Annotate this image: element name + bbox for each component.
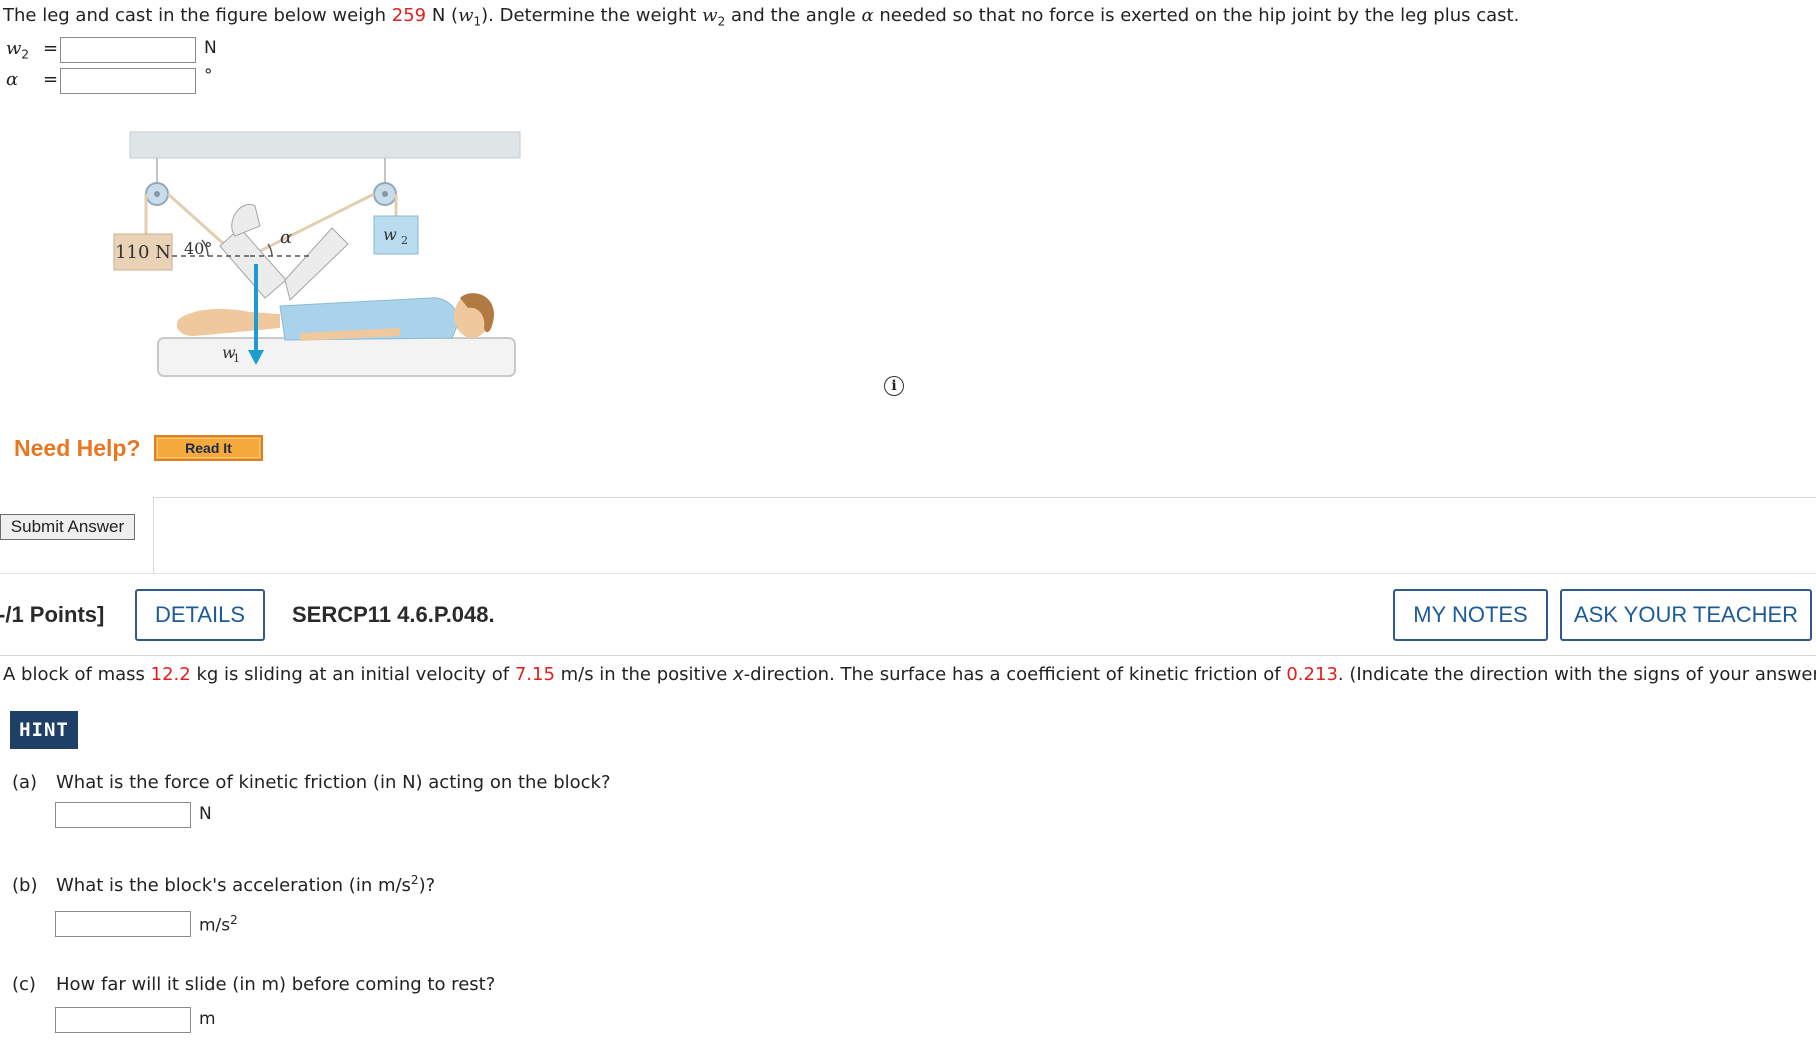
header-divider: [0, 655, 1816, 656]
patient-other-leg: [176, 308, 280, 337]
part-a-input[interactable]: [55, 802, 191, 828]
leg-cast-shin: [219, 227, 287, 299]
q2-text-part: A block of mass: [3, 664, 151, 685]
answer-subscript: 2: [21, 47, 30, 62]
part-c-input[interactable]: [55, 1007, 191, 1033]
part-b-input[interactable]: [55, 911, 191, 937]
traction-figure: 110 N w 2 40° α w 1: [113, 131, 521, 377]
details-button[interactable]: DETAILS: [135, 589, 265, 641]
hint-button[interactable]: HINT: [10, 711, 78, 749]
question-2-text: A block of mass 12.2 kg is sliding at an…: [3, 664, 1816, 685]
q1-text-part: N (: [426, 5, 459, 26]
problem-code: SERCP11 4.6.P.048.: [292, 602, 495, 627]
ceiling-bar: [129, 131, 521, 159]
part-b-label: (b): [12, 875, 38, 896]
q1-text-part: ). Determine the weight: [481, 5, 703, 26]
q2-text-part: . (Indicate the direction with the signs…: [1337, 664, 1816, 685]
my-notes-button[interactable]: MY NOTES: [1393, 589, 1548, 641]
w1-symbol: w: [458, 5, 474, 26]
alpha-answer-input[interactable]: [60, 68, 196, 94]
bed: [157, 337, 516, 377]
answer-symbol: α: [6, 69, 19, 90]
need-help-label: Need Help?: [14, 435, 141, 461]
answer-symbol: w: [6, 38, 22, 59]
w2-symbol: w: [702, 5, 718, 26]
points-label: -/1 Points]: [0, 602, 105, 627]
read-it-button[interactable]: Read It: [154, 435, 263, 461]
q1-text-part: needed so that no force is exerted on th…: [873, 5, 1520, 26]
part-c-question: (c) How far will it slide (in m) before c…: [12, 974, 495, 995]
part-c-unit: m: [199, 1009, 216, 1029]
alpha-figure-label: α: [280, 227, 292, 248]
part-a-unit: N: [199, 804, 212, 824]
leg-cast-foot: [231, 203, 261, 237]
x-symbol: x: [733, 664, 744, 685]
velocity-value: 7.15: [514, 664, 555, 685]
part-c-label: (c): [12, 974, 36, 995]
w2-unit: N: [204, 38, 217, 58]
q1-text-part: and the angle: [725, 5, 862, 26]
weight-110n-label: 110 N: [115, 242, 171, 263]
question-1-text: The leg and cast in the figure below wei…: [3, 5, 1519, 29]
alpha-unit: °: [204, 66, 213, 86]
angle-40-label: 40°: [184, 239, 212, 258]
q2-text-part: m/s in the positive: [554, 664, 734, 685]
alpha-symbol: α: [861, 5, 874, 26]
part-b-unit: m/s2: [199, 913, 238, 936]
question-divider: [0, 573, 1816, 574]
part-b-text: What is the block's acceleration (in m/s: [56, 875, 411, 896]
part-b-superscript: 2: [410, 873, 419, 887]
answer-row-alpha: α =: [6, 69, 58, 90]
w1-figure-sub: 1: [233, 352, 240, 365]
mass-value: 12.2: [150, 664, 191, 685]
submit-answer-button[interactable]: Submit Answer: [0, 514, 135, 540]
equals-sign: =: [43, 38, 59, 59]
right-rope-diagonal: [249, 192, 375, 258]
w1-subscript: 1: [473, 14, 482, 29]
part-a-text: What is the force of kinetic friction (i…: [56, 772, 611, 793]
submit-panel: [153, 497, 1816, 574]
q2-text-part: kg is sliding at an initial velocity of: [190, 664, 515, 685]
info-icon[interactable]: i: [884, 376, 904, 396]
ask-your-teacher-button[interactable]: ASK YOUR TEACHER: [1560, 589, 1812, 641]
q2-text-part: -direction. The surface has a coefficien…: [743, 664, 1287, 685]
part-b-question: (b) What is the block's acceleration (in …: [12, 873, 435, 896]
mu-value: 0.213: [1286, 664, 1338, 685]
w2-block-label: w: [383, 225, 397, 244]
part-b-unit-base: m/s: [199, 915, 231, 936]
part-a-label: (a): [12, 772, 38, 793]
leg-cast-thigh: [284, 227, 349, 301]
part-b-text-end: )?: [418, 875, 436, 896]
part-b-unit-sup: 2: [230, 913, 238, 927]
part-a-question: (a) What is the force of kinetic friction…: [12, 772, 611, 793]
part-c-text: How far will it slide (in m) before comi…: [56, 974, 496, 995]
w2-block-sub: 2: [401, 234, 408, 247]
answer-row-w2: w2 =: [6, 38, 58, 62]
w1-value: 259: [391, 5, 427, 26]
w2-answer-input[interactable]: [60, 37, 196, 63]
q1-text-part: The leg and cast in the figure below wei…: [3, 5, 392, 26]
equals-sign: =: [43, 69, 59, 90]
